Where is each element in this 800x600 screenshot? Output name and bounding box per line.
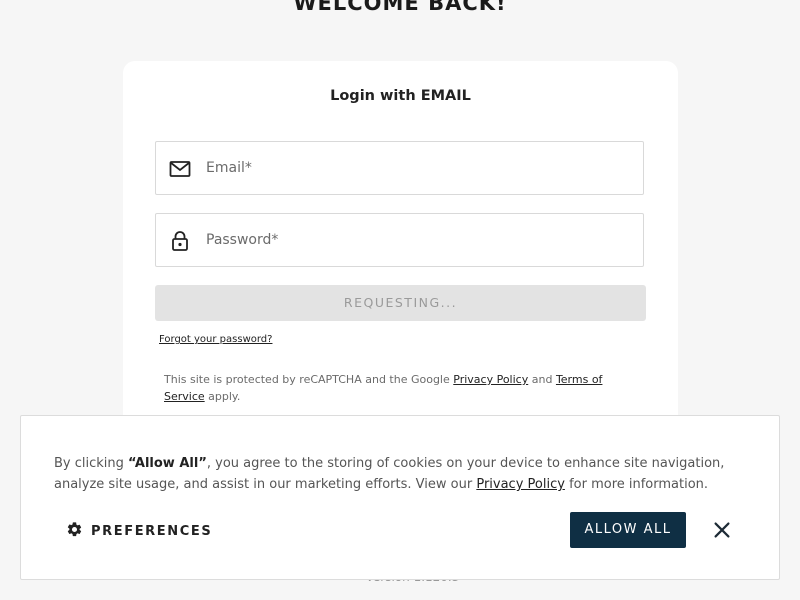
cookie-text: By clicking “Allow All”, you agree to th… xyxy=(54,453,734,495)
recaptcha-notice: This site is protected by reCAPTCHA and … xyxy=(164,371,634,405)
email-field[interactable] xyxy=(155,141,644,195)
recaptcha-privacy-link[interactable]: Privacy Policy xyxy=(453,373,528,386)
password-field[interactable] xyxy=(155,213,644,267)
close-icon[interactable] xyxy=(711,519,733,541)
password-input[interactable] xyxy=(206,214,626,266)
preferences-label: PREFERENCES xyxy=(91,523,213,539)
recaptcha-suffix: apply. xyxy=(204,390,241,403)
cookie-text-prefix: By clicking xyxy=(54,456,129,471)
cookie-text-suffix: for more information. xyxy=(564,477,709,492)
cookie-privacy-link[interactable]: Privacy Policy xyxy=(476,477,565,492)
recaptcha-and: and xyxy=(528,373,556,386)
preferences-button[interactable]: PREFERENCES xyxy=(66,520,212,542)
page-title: WELCOME BACK! xyxy=(293,0,507,15)
recaptcha-prefix: This site is protected by reCAPTCHA and … xyxy=(164,373,454,386)
login-page: WELCOME BACK! Login with EMAIL R xyxy=(0,0,800,600)
cookie-allow-all-quote: “Allow All” xyxy=(128,456,207,471)
lock-icon xyxy=(168,229,192,253)
cookie-banner: By clicking “Allow All”, you agree to th… xyxy=(20,415,780,580)
forgot-password-link[interactable]: Forgot your password? xyxy=(159,334,272,345)
login-title: Login with EMAIL xyxy=(330,88,471,104)
mail-icon xyxy=(168,157,192,181)
email-input[interactable] xyxy=(206,142,626,194)
submit-button[interactable]: REQUESTING... xyxy=(155,285,646,321)
login-card: Login with EMAIL REQUESTING... Forg xyxy=(123,61,678,441)
gear-icon xyxy=(66,521,83,542)
allow-all-button[interactable]: ALLOW ALL xyxy=(570,512,686,548)
